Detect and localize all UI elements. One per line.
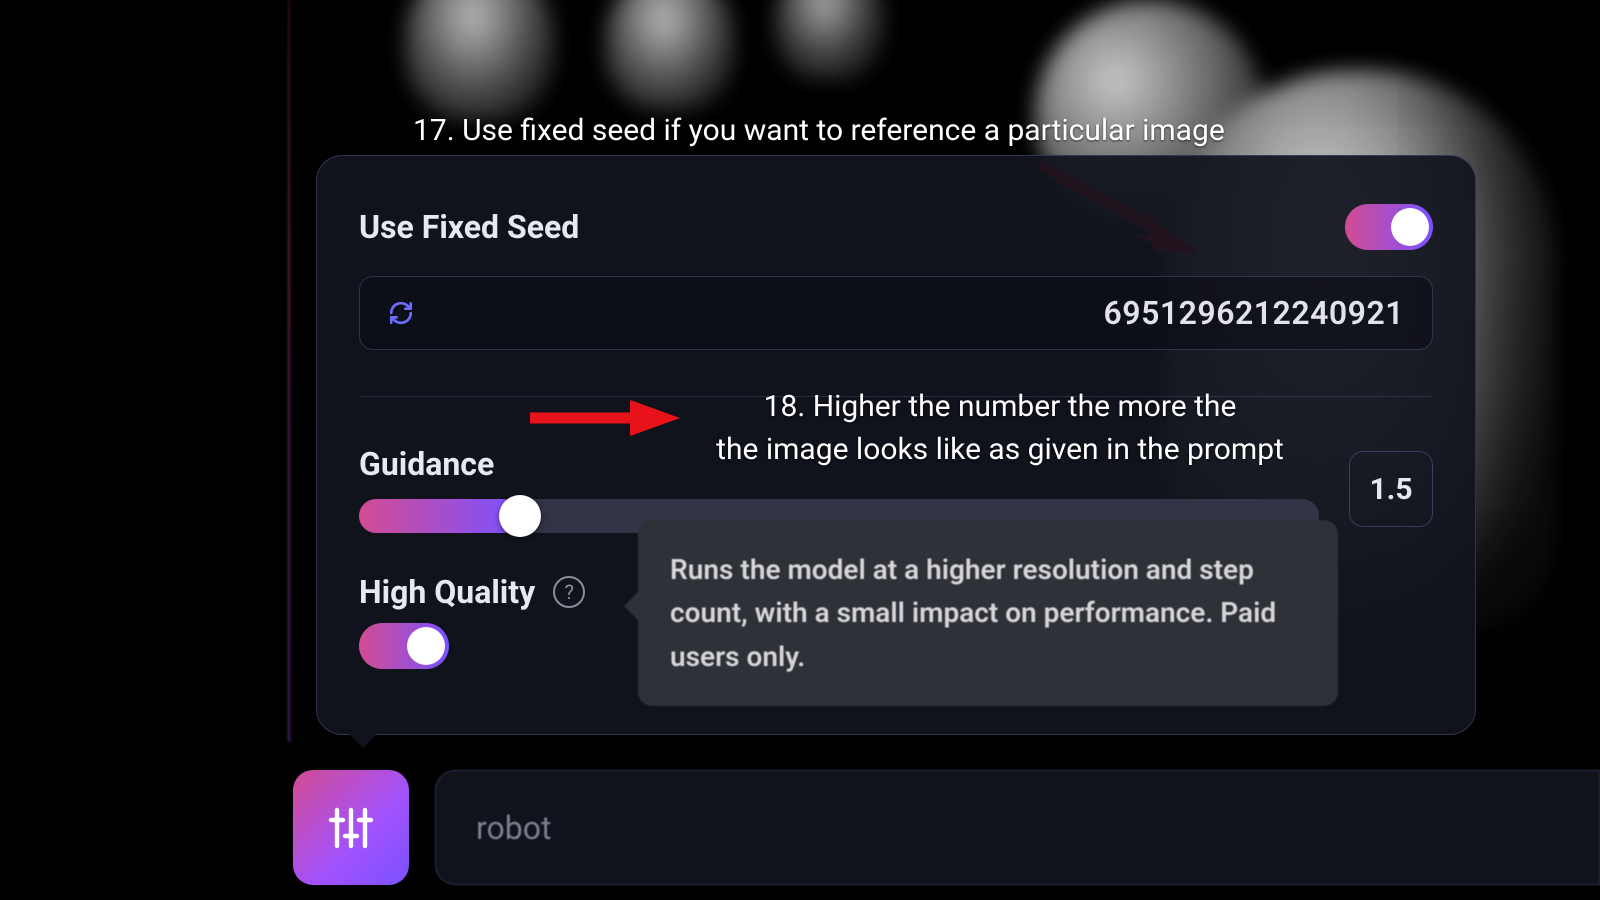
seed-value: 6951296212240921	[1104, 294, 1405, 332]
guidance-value[interactable]: 1.5	[1349, 451, 1433, 527]
slider-thumb[interactable]	[499, 495, 541, 537]
fixed-seed-label: Use Fixed Seed	[359, 208, 579, 246]
annotation-guidance: 18. Higher the number the more the the i…	[690, 386, 1310, 471]
popover-caret-icon	[348, 733, 378, 748]
refresh-seed-icon[interactable]	[388, 300, 414, 326]
help-icon[interactable]: ?	[553, 576, 585, 608]
high-quality-toggle[interactable]	[359, 623, 449, 669]
prompt-input[interactable]: robot	[435, 770, 1600, 885]
seed-input[interactable]: 6951296212240921	[359, 276, 1433, 350]
settings-button[interactable]	[293, 770, 409, 885]
panel-left-border	[288, 0, 290, 742]
high-quality-tooltip: Runs the model at a higher resolution an…	[638, 520, 1338, 706]
annotation-arrow-guidance	[520, 398, 690, 438]
fixed-seed-toggle[interactable]	[1345, 204, 1433, 250]
annotation-seed: 17. Use fixed seed if you want to refere…	[413, 113, 1225, 148]
high-quality-label: High Quality	[359, 573, 535, 611]
sliders-icon	[327, 804, 375, 852]
